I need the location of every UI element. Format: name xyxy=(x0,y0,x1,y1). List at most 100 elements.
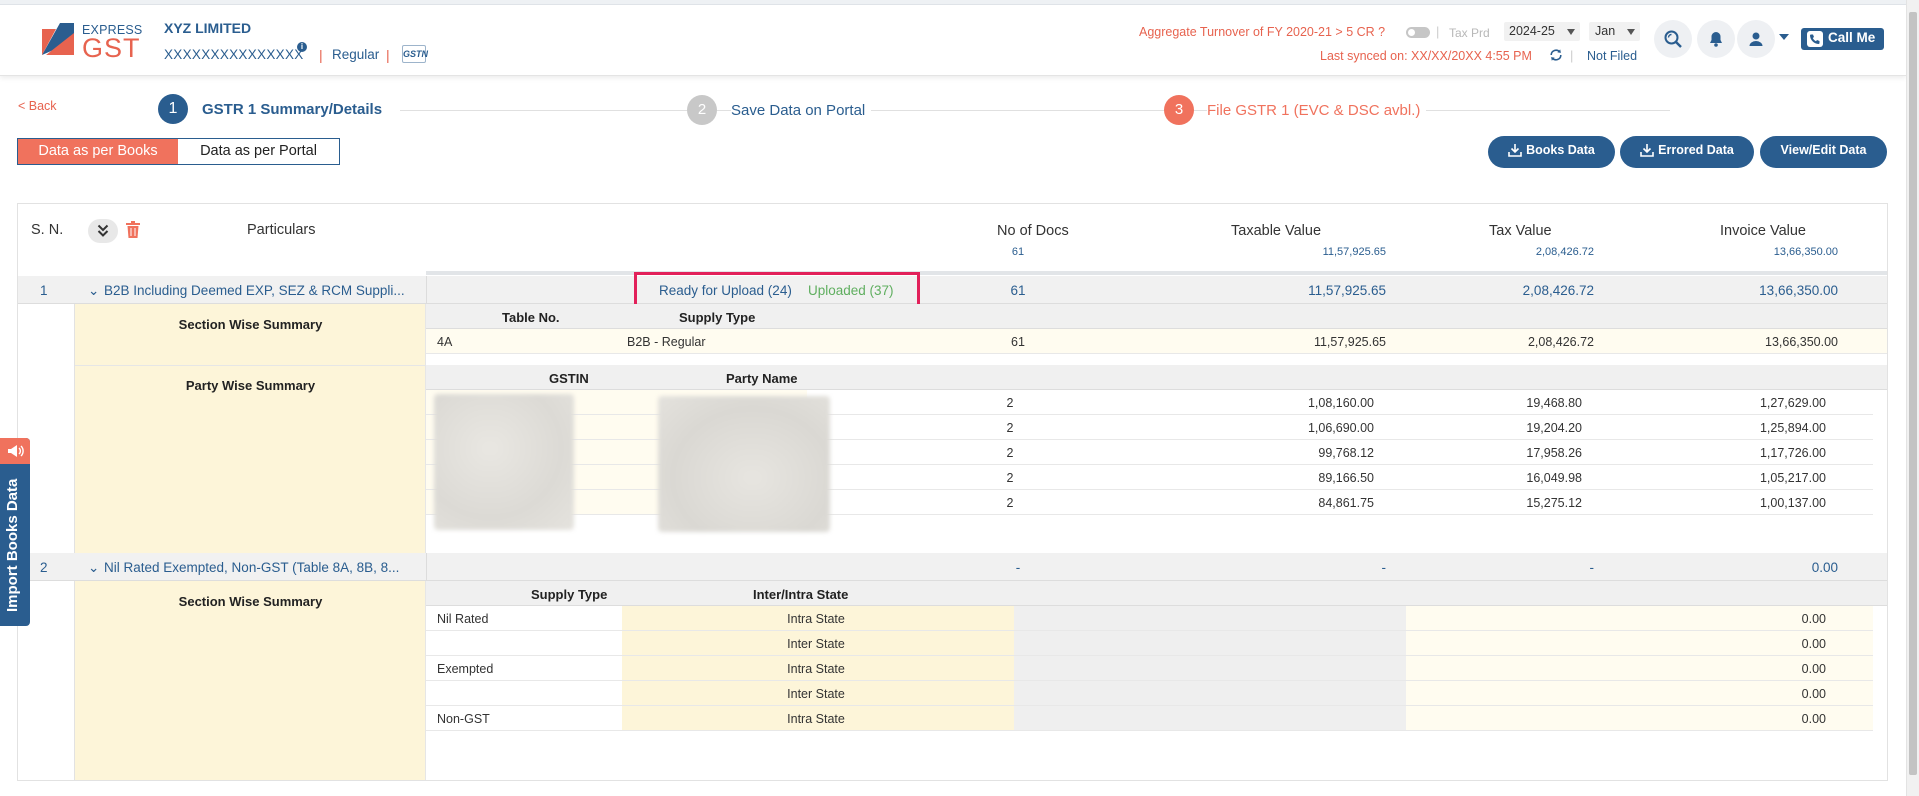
section-title[interactable]: ⌄ Nil Rated Exempted, Non-GST (Table 8A, … xyxy=(88,560,399,576)
table-row[interactable]: Inter State 0.00 xyxy=(426,631,1873,656)
supply-type-cell: Exempted xyxy=(437,662,494,676)
invoice-cell: 13,66,350.00 xyxy=(1765,335,1838,349)
section-title-text: B2B Including Deemed EXP, SEZ & RCM Supp… xyxy=(104,283,405,298)
party-wise-list: 2 1,08,160.00 19,468.80 1,27,629.00 2 1,… xyxy=(426,390,1887,552)
table-row[interactable]: 2 1,08,160.00 19,468.80 1,27,629.00 xyxy=(426,390,1873,415)
invoice-cell: 1,00,137.00 xyxy=(1759,496,1826,510)
gstn-logo-icon[interactable]: GSTN xyxy=(402,45,428,63)
table-row[interactable]: Inter State 0.00 xyxy=(426,681,1873,706)
step-2-circle[interactable]: 2 xyxy=(687,95,717,125)
call-me-button[interactable]: Call Me xyxy=(1801,28,1884,50)
errored-data-button[interactable]: Errored Data xyxy=(1620,136,1754,168)
table-row[interactable]: Exempted Intra State 0.00 xyxy=(426,656,1873,681)
step-3-label[interactable]: File GSTR 1 (EVC & DSC avbl.) xyxy=(1207,102,1427,119)
invoice-cell: 0.00 xyxy=(1801,712,1826,726)
table-row[interactable]: 2 89,166.50 16,049.98 1,05,217.00 xyxy=(426,465,1873,490)
step-3-circle[interactable]: 3 xyxy=(1164,95,1194,125)
section-invoice: 0.00 xyxy=(1811,560,1838,575)
total-tax: 2,08,426.72 xyxy=(1535,246,1594,258)
filing-status: Not Filed xyxy=(1587,49,1638,63)
express-gst-logo[interactable]: EXPRESS GST xyxy=(40,19,160,63)
call-me-label: Call Me xyxy=(1828,30,1876,45)
sync-icon[interactable] xyxy=(1549,48,1563,62)
search-button[interactable] xyxy=(1654,20,1692,58)
table-row[interactable]: 2 1,06,690.00 19,204.20 1,25,894.00 xyxy=(426,415,1873,440)
section-wise-summary-label: Section Wise Summary xyxy=(178,317,323,332)
section-tax: - xyxy=(1589,560,1595,575)
total-invoice: 13,66,350.00 xyxy=(1773,246,1838,258)
notifications-button[interactable] xyxy=(1697,20,1735,58)
turnover-question: Aggregate Turnover of FY 2020-21 > 5 CR … xyxy=(1139,25,1386,39)
section-sn: 1 xyxy=(40,283,48,298)
view-edit-data-button[interactable]: View/Edit Data xyxy=(1760,136,1887,168)
header-separator: | xyxy=(1570,48,1574,63)
column-separator xyxy=(426,553,427,581)
section-row-b2b[interactable]: 1 ⌄ B2B Including Deemed EXP, SEZ & RCM S… xyxy=(18,272,1887,315)
section-title[interactable]: ⌄ B2B Including Deemed EXP, SEZ & RCM Sup… xyxy=(88,283,405,299)
page-scrollbar-thumb[interactable] xyxy=(1909,12,1917,775)
docs-cell: 2 xyxy=(1006,496,1014,510)
table-no-header: Table No. xyxy=(502,310,560,325)
total-docs: 61 xyxy=(1011,246,1025,258)
search-icon xyxy=(1664,30,1682,48)
invoice-cell: 0.00 xyxy=(1801,662,1826,676)
back-link[interactable]: < Back xyxy=(18,99,57,113)
tax-cell: 16,049.98 xyxy=(1526,471,1582,485)
section-2-left-panel xyxy=(75,581,426,780)
supply-type-cell-bg xyxy=(426,631,622,655)
expand-all-button[interactable] xyxy=(88,219,118,243)
table-row[interactable]: Nil Rated Intra State 0.00 xyxy=(426,606,1873,631)
header-separator: | xyxy=(386,47,390,63)
table-row[interactable]: Non-GST Intra State 0.00 xyxy=(426,706,1873,731)
supply-type-header: Supply Type xyxy=(679,310,756,325)
top-strip xyxy=(0,0,1906,5)
step-1-label[interactable]: GSTR 1 Summary/Details xyxy=(202,101,389,118)
state-cell: Intra State xyxy=(787,712,845,726)
docs-cell: 61 xyxy=(1011,335,1025,349)
table-row[interactable]: 4A B2B - Regular 61 11,57,925.65 2,08,42… xyxy=(426,329,1887,354)
table-row[interactable]: 2 99,768.12 17,958.26 1,17,726.00 xyxy=(426,440,1873,465)
taxable-cell: 11,57,925.65 xyxy=(1313,335,1386,349)
user-icon xyxy=(1749,32,1763,46)
section-row-nil-rated[interactable]: 2 ⌄ Nil Rated Exempted, Non-GST (Table 8A… xyxy=(18,553,1887,581)
table-row[interactable]: 2 84,861.75 15,275.12 1,00,137.00 xyxy=(426,490,1873,515)
taxable-cell: 1,06,690.00 xyxy=(1307,421,1374,435)
total-taxable: 11,57,925.65 xyxy=(1322,246,1386,258)
invoice-cell: 0.00 xyxy=(1801,687,1826,701)
year-select[interactable]: 2024-25 xyxy=(1504,22,1580,41)
user-menu-button[interactable] xyxy=(1737,20,1775,58)
month-select[interactable]: Jan xyxy=(1589,22,1640,41)
caret-down-icon xyxy=(1567,29,1575,35)
nil-rated-list: Nil Rated Intra State 0.00 Inter State 0… xyxy=(426,606,1887,780)
trash-icon[interactable] xyxy=(125,221,141,239)
logo-gst-text: GST xyxy=(82,33,141,63)
books-data-button[interactable]: Books Data xyxy=(1488,136,1615,168)
table-no-cell: 4A xyxy=(437,335,453,349)
taxable-cell: 1,08,160.00 xyxy=(1307,396,1374,410)
taxable-cell: 99,768.12 xyxy=(1318,446,1374,460)
info-icon[interactable]: i xyxy=(297,42,307,52)
download-icon xyxy=(1508,144,1522,157)
chevron-down-icon: ⌄ xyxy=(88,283,100,298)
taxpayer-type: Regular xyxy=(332,47,380,62)
supply-type-cell: Non-GST xyxy=(437,712,490,726)
data-as-per-portal-tab[interactable]: Data as per Portal xyxy=(178,139,339,164)
invoice-cell: 1,27,629.00 xyxy=(1759,396,1826,410)
turnover-toggle[interactable] xyxy=(1406,27,1430,38)
supply-type-header: Supply Type xyxy=(531,587,608,602)
column-header-invoice: Invoice Value xyxy=(1720,223,1806,239)
express-gst-logo-mark-icon xyxy=(42,23,74,55)
import-books-data-tab[interactable]: Import Books Data xyxy=(0,438,30,626)
column-separator xyxy=(426,276,427,304)
step-2-label[interactable]: Save Data on Portal xyxy=(731,102,872,119)
page-scrollbar[interactable] xyxy=(1906,0,1919,796)
party-name-header: Party Name xyxy=(726,371,798,386)
chevron-down-icon[interactable] xyxy=(1779,34,1789,40)
download-icon xyxy=(1640,144,1654,157)
tax-cell: 19,204.20 xyxy=(1526,421,1582,435)
invoice-cell: 1,17,726.00 xyxy=(1759,446,1826,460)
gstin-header: GSTIN xyxy=(549,371,589,386)
data-as-per-books-tab[interactable]: Data as per Books xyxy=(18,139,178,164)
step-1-circle[interactable]: 1 xyxy=(158,94,188,124)
section-sn: 2 xyxy=(40,560,48,575)
